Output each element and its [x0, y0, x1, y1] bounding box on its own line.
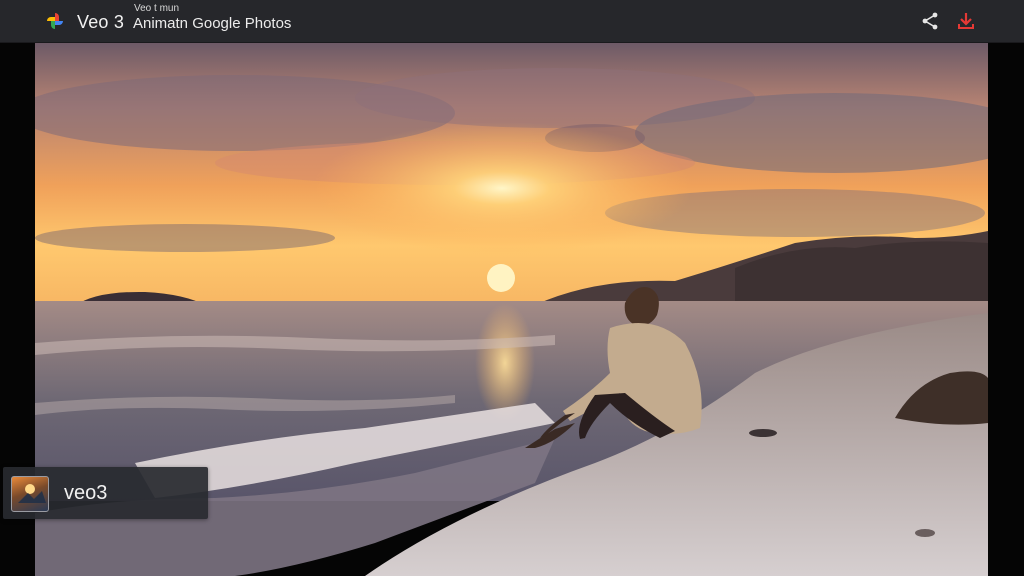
brand-title: Veo 3: [77, 12, 125, 32]
top-bar: Veo 3 Veo t mun Animatn Google Photos: [0, 0, 1024, 43]
subtitle-main: Animatn Google Photos: [133, 15, 292, 32]
badge-label: veo3: [64, 482, 108, 504]
google-photos-pinwheel-icon: [47, 13, 63, 29]
veo3-badge[interactable]: veo3: [3, 467, 208, 519]
download-icon[interactable]: [956, 11, 976, 31]
subtitle-small: Veo t mun: [134, 3, 180, 14]
app-window: Veo 3 Veo t mun Animatn Google Photos ve…: [0, 0, 1024, 576]
share-icon[interactable]: [920, 11, 940, 31]
photo-thumbnail-icon: [11, 476, 49, 512]
